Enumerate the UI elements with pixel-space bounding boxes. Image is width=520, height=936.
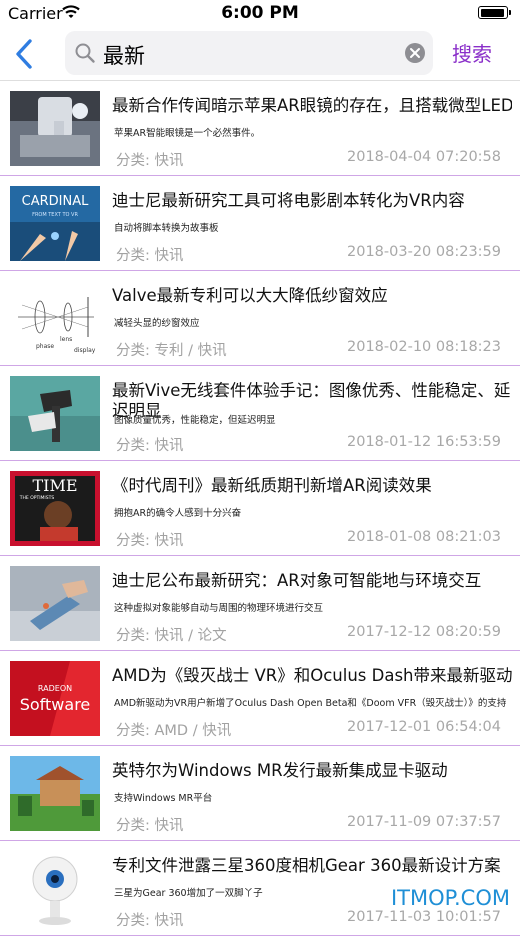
thumbnail-subtext: Software [20,695,91,714]
article-summary: 自动将脚本转换为故事板 [114,223,219,234]
article-date: 2017-12-12 08:20:59 [347,624,501,640]
article-date: 2018-04-04 07:20:58 [347,149,501,165]
article-row[interactable]: phase lens display Valve最新专利可以大大降低纱窗效应 减… [0,271,520,366]
thumbnail-text: TIME [32,476,77,495]
article-thumbnail: CARDINAL FROM TEXT TO VR [10,186,100,261]
article-title[interactable]: AMD为《毁灭战士 VR》和Oculus Dash带来最新驱动 [112,666,512,686]
search-input[interactable]: 最新 [65,31,433,75]
article-thumbnail [10,566,100,641]
article-title[interactable]: 英特尔为Windows MR发行最新集成显卡驱动 [112,761,512,781]
article-summary: 这种虚拟对象能够自动与周围的物理环境进行交互 [114,603,324,614]
article-row[interactable]: 最新合作传闻暗示苹果AR眼镜的存在，且搭载微型LED 苹果AR智能眼镜是一个必然… [0,81,520,176]
article-title[interactable]: 迪士尼公布最新研究：AR对象可智能地与环境交互 [112,571,512,591]
article-date: 2018-03-20 08:23:59 [347,244,501,260]
article-thumbnail: phase lens display [10,281,100,356]
article-category: 分类: 快讯 [116,533,184,549]
article-summary: 拥抱AR的确令人感到十分兴奋 [114,508,242,519]
thumbnail-label: display [74,347,96,354]
article-row[interactable]: TIME THE OPTIMISTS 《时代周刊》最新纸质期刊新增AR阅读效果 … [0,461,520,556]
thumbnail-label: phase [36,343,54,350]
search-navbar: 最新 搜索 [0,28,520,81]
status-bar: Carrier 6:00 PM [0,0,520,28]
article-row[interactable]: 最新Vive无线套件体验手记：图像优秀、性能稳定、延迟明显 图像质量优秀，性能稳… [0,366,520,461]
article-category: 分类: AMD / 快讯 [116,723,232,739]
article-date: 2018-01-08 08:21:03 [347,529,501,545]
article-row[interactable]: RADEON Software AMD为《毁灭战士 VR》和Oculus Das… [0,651,520,746]
battery-icon [478,6,511,19]
article-thumbnail [10,376,100,451]
article-thumbnail: TIME THE OPTIMISTS [10,471,100,546]
thumbnail-label: lens [60,336,72,343]
article-title[interactable]: 迪士尼最新研究工具可将电影剧本转化为VR内容 [112,191,512,211]
article-title[interactable]: 最新合作传闻暗示苹果AR眼镜的存在，且搭载微型LED [112,96,512,116]
article-title[interactable]: Valve最新专利可以大大降低纱窗效应 [112,286,512,306]
clear-search-icon[interactable] [405,43,425,63]
article-thumbnail [10,756,100,831]
article-thumbnail [10,851,100,926]
search-query-text[interactable]: 最新 [103,40,145,70]
thumbnail-text: CARDINAL [22,194,89,209]
back-chevron-icon[interactable] [12,38,36,70]
article-category: 分类: 专利 / 快讯 [116,343,227,359]
article-thumbnail [10,91,100,166]
article-date: 2017-12-01 06:54:04 [347,719,501,735]
thumbnail-subtext: FROM TEXT TO VR [32,212,78,218]
search-icon [75,43,95,63]
article-thumbnail: RADEON Software [10,661,100,736]
article-category: 分类: 快讯 [116,153,184,169]
thumbnail-subtext: THE OPTIMISTS [19,495,55,501]
article-category: 分类: 快讯 [116,818,184,834]
clock: 6:00 PM [221,3,299,23]
article-category: 分类: 快讯 [116,248,184,264]
article-summary: 图像质量优秀，性能稳定，但延迟明显 [114,415,276,426]
article-date: 2018-02-10 08:18:23 [347,339,501,355]
article-row[interactable]: 英特尔为Windows MR发行最新集成显卡驱动 支持Windows MR平台 … [0,746,520,841]
article-summary: 减轻头显的纱窗效应 [114,318,200,329]
article-date: 2017-11-03 10:01:57 [347,909,501,925]
article-row[interactable]: 迪士尼公布最新研究：AR对象可智能地与环境交互 这种虚拟对象能够自动与周围的物理… [0,556,520,651]
article-list: 最新合作传闻暗示苹果AR眼镜的存在，且搭载微型LED 苹果AR智能眼镜是一个必然… [0,81,520,936]
article-date: 2017-11-09 07:37:57 [347,814,501,830]
search-button[interactable]: 搜索 [452,38,492,67]
article-summary: AMD新驱动为VR用户新增了Oculus Dash Open Beta和《Doo… [114,698,507,709]
article-title[interactable]: 专利文件泄露三星360度相机Gear 360最新设计方案 [112,856,512,876]
thumbnail-text: RADEON [38,684,72,693]
article-summary: 苹果AR智能眼镜是一个必然事件。 [114,128,261,139]
article-category: 分类: 快讯 / 论文 [116,628,227,644]
article-date: 2018-01-12 16:53:59 [347,434,501,450]
article-row[interactable]: CARDINAL FROM TEXT TO VR 迪士尼最新研究工具可将电影剧本… [0,176,520,271]
article-summary: 支持Windows MR平台 [114,793,213,804]
watermark: ITMOP.COM [390,886,510,910]
article-title[interactable]: 《时代周刊》最新纸质期刊新增AR阅读效果 [112,476,512,496]
article-category: 分类: 快讯 [116,913,184,929]
article-category: 分类: 快讯 [116,438,184,454]
